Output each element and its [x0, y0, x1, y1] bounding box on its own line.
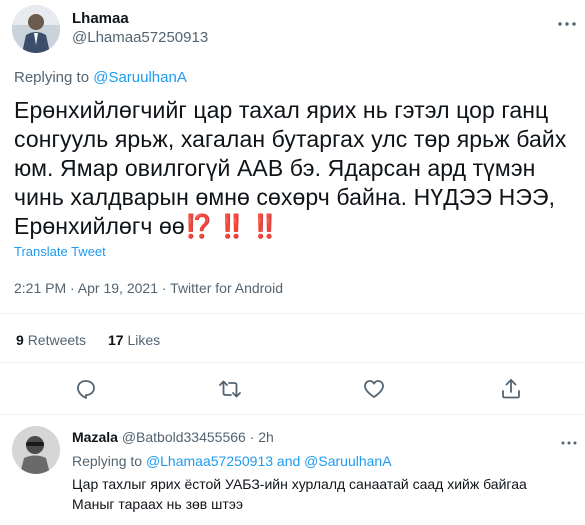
reply-replying-to: Replying to @Lhamaa57250913 and @Saruulh…: [72, 453, 392, 469]
tweet-text: Ерөнхийлөгчийг цар тахал ярих нь гэтэл ц…: [14, 96, 574, 241]
retweets-stat[interactable]: 9 Retweets: [16, 332, 86, 348]
author-name[interactable]: Lhamaa: [72, 10, 129, 27]
replying-prefix: Replying to: [14, 69, 90, 86]
divider: [0, 313, 585, 314]
reply-more-options-icon[interactable]: [561, 433, 577, 451]
reply-icon[interactable]: [74, 377, 98, 401]
divider: [0, 414, 585, 415]
likes-count: 17: [108, 332, 124, 348]
reply-separator: ·: [249, 429, 255, 445]
reply-replying-prefix: Replying to: [72, 453, 143, 469]
reply-text-line-1: Цар тахлыг ярих ёстой УАБЗ-ийн хурлалд с…: [72, 476, 527, 492]
reply-mention-2[interactable]: @SaruulhanA: [304, 453, 391, 469]
reply-avatar[interactable]: [12, 426, 60, 474]
likes-stat[interactable]: 17 Likes: [108, 332, 160, 348]
reply-header: Mazala @Batbold33455566 · 2h: [72, 429, 274, 445]
share-icon[interactable]: [499, 377, 523, 401]
reply-mention-1[interactable]: @Lhamaa57250913: [146, 453, 273, 469]
tweet-timestamp[interactable]: 2:21 PM · Apr 19, 2021 · Twitter for And…: [14, 280, 283, 296]
tweet-body: Ерөнхийлөгчийг цар тахал ярих нь гэтэл ц…: [14, 97, 567, 239]
author-handle[interactable]: @Lhamaa57250913: [72, 29, 208, 46]
exclamation-emoji: ⁉️ ‼️ ‼️: [184, 213, 280, 239]
reply-author-handle[interactable]: @Batbold33455566: [122, 429, 246, 445]
translate-tweet-link[interactable]: Translate Tweet: [14, 244, 106, 259]
reply-time[interactable]: 2h: [258, 429, 274, 445]
reply-author-name[interactable]: Mazala: [72, 429, 118, 445]
heart-icon[interactable]: [362, 377, 386, 401]
likes-label: Likes: [127, 332, 161, 348]
retweet-icon[interactable]: [218, 377, 242, 401]
reply-text-line-2: Маныг тараах нь зөв штээ: [72, 496, 244, 512]
divider: [0, 362, 585, 363]
replying-to-link[interactable]: @SaruulhanA: [93, 69, 187, 86]
reply-and-word: and: [276, 453, 301, 469]
retweets-label: Retweets: [27, 332, 87, 348]
replying-to: Replying to @SaruulhanA: [14, 69, 187, 86]
avatar[interactable]: [12, 5, 60, 53]
retweets-count: 9: [16, 332, 24, 348]
more-options-icon[interactable]: [558, 14, 576, 32]
